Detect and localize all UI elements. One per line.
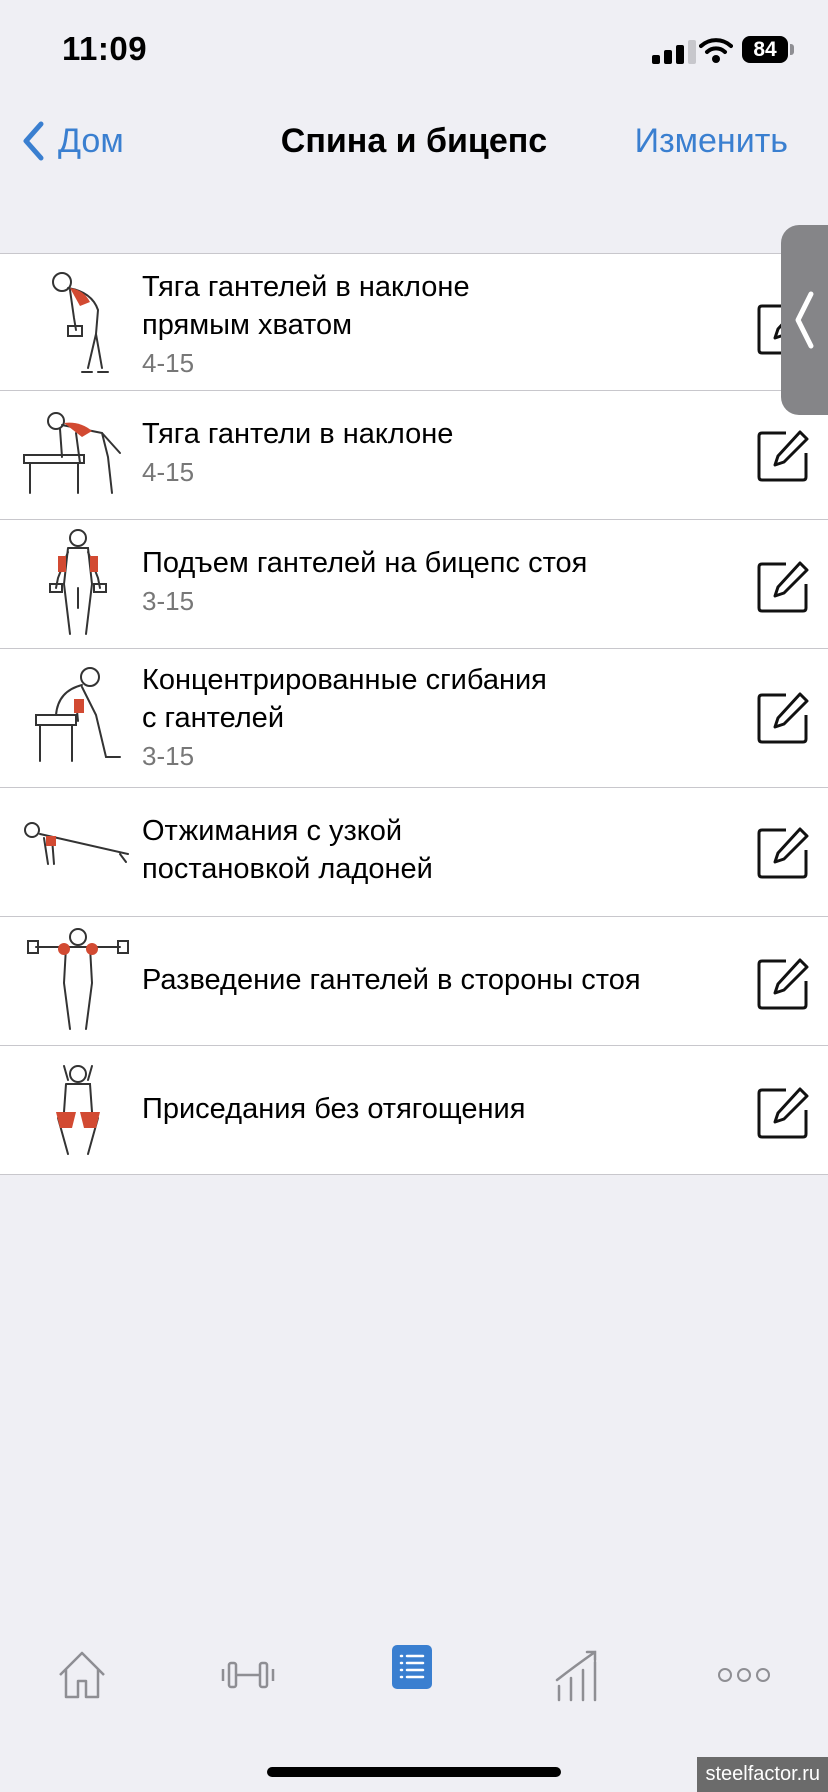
house-icon (59, 1651, 105, 1699)
tab-programs[interactable] (352, 1622, 472, 1712)
chevron-left-icon (795, 291, 814, 349)
exercise-name: Разведение гантелей в стороны стоя (142, 964, 641, 996)
exercise-row[interactable]: Разведение гантелей в стороны стоя (0, 917, 828, 1046)
exercise-info: Тяга гантелей в наклоне прямым хватом 4-… (142, 268, 718, 379)
edit-icon[interactable] (756, 429, 810, 483)
chart-icon (555, 1650, 597, 1702)
list-icon (392, 1645, 432, 1689)
exercise-name: Подъем гантелей на бицепс стоя (142, 547, 588, 579)
exercise-info: Подъем гантелей на бицепс стоя 3-15 (142, 544, 718, 617)
side-panel-handle[interactable] (781, 225, 828, 415)
bent-over-row-figure-icon (52, 272, 109, 373)
exercise-info: Приседания без отягощения (142, 1090, 718, 1128)
exercise-row[interactable]: Приседания без отягощения (0, 1046, 828, 1175)
exercise-name: Тяга гантели в наклоне (142, 418, 454, 450)
edit-icon[interactable] (756, 560, 810, 614)
exercise-name: Отжимания с узкой постановкой ладоней (142, 815, 433, 885)
exercise-row[interactable]: Отжимания с узкой постановкой ладоней (0, 788, 828, 917)
battery-tip (790, 44, 794, 55)
dumbbell-icon (221, 1661, 275, 1689)
signal-icon (652, 40, 696, 64)
tab-bar (0, 1630, 828, 1720)
home-indicator (267, 1767, 561, 1777)
edit-button[interactable]: Изменить (635, 122, 788, 161)
edit-icon[interactable] (756, 957, 810, 1011)
bodyweight-squat-figure-icon (56, 1065, 100, 1155)
tab-workouts[interactable] (188, 1630, 308, 1720)
one-arm-row-figure-icon (23, 412, 121, 494)
push-up-figure-icon (24, 822, 129, 865)
exercise-sets: 4-15 (142, 457, 195, 487)
exercise-sets: 3-15 (142, 741, 195, 771)
edit-icon[interactable] (756, 1086, 810, 1140)
navigation-bar: Дом Спина и бицепс Изменить (0, 100, 828, 180)
exercise-info: Концентрированные сгибания с гантелей 3-… (142, 661, 718, 772)
exercise-info: Тяга гантели в наклоне 4-15 (142, 415, 718, 488)
status-time: 11:09 (62, 30, 148, 67)
concentration-curl-figure-icon (35, 667, 121, 762)
exercise-row[interactable]: Концентрированные сгибания с гантелей 3-… (0, 649, 828, 788)
exercise-info: Разведение гантелей в стороны стоя (142, 961, 718, 999)
watermark: steelfactor.ru (697, 1757, 828, 1792)
status-bar: 11:09 84 (0, 0, 828, 100)
exercise-info: Отжимания с узкой постановкой ладоней (142, 812, 718, 888)
edit-icon[interactable] (756, 826, 810, 880)
more-icon (718, 1668, 770, 1682)
exercise-sets: 4-15 (142, 348, 195, 378)
exercise-row[interactable]: Тяга гантели в наклоне 4-15 (0, 391, 828, 520)
exercise-list: Тяга гантелей в наклоне прямым хватом 4-… (0, 253, 828, 1175)
exercise-row[interactable]: Тяга гантелей в наклоне прямым хватом 4-… (0, 254, 828, 391)
exercise-name: Тяга гантелей в наклоне прямым хватом (142, 271, 470, 341)
exercise-name: Приседания без отягощения (142, 1093, 526, 1125)
lateral-raise-figure-icon (27, 928, 129, 1030)
tab-progress[interactable] (518, 1630, 638, 1720)
exercise-name: Концентрированные сгибания с гантелей (142, 664, 547, 734)
tab-more[interactable] (684, 1630, 804, 1720)
exercise-row[interactable]: Подъем гантелей на бицепс стоя 3-15 (0, 520, 828, 649)
wifi-icon (699, 38, 733, 63)
battery-icon: 84 (742, 36, 788, 63)
exercise-sets: 3-15 (142, 586, 195, 616)
tab-home[interactable] (22, 1630, 142, 1720)
edit-icon[interactable] (756, 691, 810, 745)
standing-biceps-curl-figure-icon (49, 529, 107, 635)
